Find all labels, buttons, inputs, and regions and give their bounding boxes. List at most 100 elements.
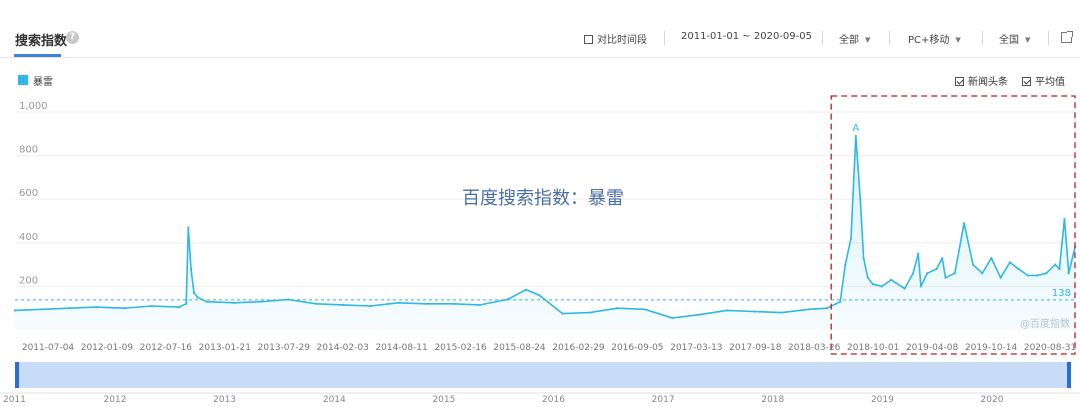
data-point[interactable]	[953, 272, 956, 275]
x-tick-label: 2015-08-24	[493, 343, 546, 353]
data-point[interactable]	[196, 296, 199, 299]
data-point[interactable]	[999, 276, 1002, 279]
data-point[interactable]	[424, 302, 427, 305]
data-point[interactable]	[698, 313, 701, 316]
data-point[interactable]	[616, 307, 619, 310]
data-point[interactable]	[342, 303, 345, 306]
data-point[interactable]	[919, 285, 923, 288]
data-point[interactable]	[538, 294, 541, 297]
data-point[interactable]	[807, 308, 810, 311]
data-point[interactable]	[233, 301, 236, 304]
x-tick-label: 2014-08-11	[375, 343, 427, 353]
data-point[interactable]	[1045, 272, 1048, 275]
data-point[interactable]	[963, 222, 966, 225]
data-point[interactable]	[95, 306, 98, 309]
data-point[interactable]	[903, 287, 906, 290]
x-tick-label: 2014-02-03	[317, 343, 369, 353]
overview-year-label: 2014	[323, 395, 346, 405]
data-point[interactable]	[849, 237, 853, 240]
data-point[interactable]	[912, 272, 915, 275]
data-point[interactable]	[123, 307, 126, 310]
x-tick-label: 2020-08-31	[1024, 343, 1076, 353]
data-point[interactable]	[935, 267, 938, 271]
range-slider-handle-left[interactable]	[15, 362, 19, 388]
data-point[interactable]	[205, 300, 208, 303]
data-point[interactable]	[369, 304, 372, 308]
data-point[interactable]	[926, 272, 929, 275]
data-point[interactable]	[588, 311, 591, 314]
data-point[interactable]	[315, 302, 318, 305]
search-index-chart[interactable]: 200 400 600 800 1,000 A 138 2011-07-04 2012-0…	[0, 0, 1080, 407]
range-slider-track[interactable]	[15, 362, 1071, 388]
data-point[interactable]	[524, 288, 528, 291]
data-point[interactable]	[866, 276, 869, 279]
data-point[interactable]	[844, 263, 847, 266]
data-point[interactable]	[990, 257, 993, 260]
credit-watermark: @百度指数	[1020, 317, 1070, 330]
x-tick-label: 2016-02-29	[552, 343, 605, 353]
data-point[interactable]	[187, 226, 190, 229]
x-tick-label: 2013-01-21	[199, 343, 251, 353]
data-point[interactable]	[260, 300, 263, 303]
average-value-label: 138	[1052, 288, 1071, 299]
data-point[interactable]	[1054, 263, 1057, 266]
data-point[interactable]	[917, 252, 920, 255]
x-tick-label: 2016-09-05	[611, 343, 663, 353]
overview-year-label: 2013	[213, 395, 236, 405]
data-point[interactable]	[643, 308, 646, 311]
data-point[interactable]	[40, 308, 44, 311]
overview-year-label: 2018	[761, 395, 784, 405]
data-point[interactable]	[185, 302, 188, 305]
data-point[interactable]	[981, 272, 984, 275]
data-point[interactable]	[825, 307, 829, 310]
data-point[interactable]	[561, 312, 564, 315]
x-tick-label: 2011-07-04	[22, 343, 75, 353]
data-point[interactable]	[150, 304, 153, 308]
data-point[interactable]	[13, 309, 17, 312]
overview-year-label: 2017	[652, 395, 675, 405]
data-point[interactable]	[189, 267, 193, 271]
data-point[interactable]	[452, 302, 455, 305]
data-point[interactable]	[859, 198, 862, 201]
data-point[interactable]	[862, 257, 865, 260]
data-point[interactable]	[854, 134, 857, 138]
x-tick-label: 2013-07-29	[258, 343, 311, 353]
x-tick-label: 2012-01-09	[81, 343, 134, 353]
data-point[interactable]	[890, 278, 893, 281]
data-point[interactable]	[1017, 267, 1020, 271]
data-point[interactable]	[192, 291, 196, 294]
series-area	[15, 136, 1075, 330]
y-tick-label: 1,000	[19, 101, 48, 112]
data-point[interactable]	[871, 283, 875, 286]
data-point[interactable]	[753, 310, 756, 313]
data-point[interactable]	[177, 306, 181, 309]
data-point[interactable]	[880, 285, 884, 288]
x-tick-label: 2018-10-01	[847, 343, 899, 353]
data-point[interactable]	[1026, 274, 1029, 277]
x-tick-label: 2019-04-08	[906, 343, 959, 353]
overview-year-label: 2015	[432, 395, 455, 405]
data-point[interactable]	[479, 303, 482, 306]
data-point[interactable]	[944, 276, 947, 279]
y-tick-label: 400	[19, 232, 38, 243]
data-point[interactable]	[780, 311, 783, 314]
data-point[interactable]	[941, 257, 944, 260]
data-point[interactable]	[839, 300, 842, 303]
y-tick-label: 800	[19, 145, 38, 156]
y-tick-label: 200	[19, 275, 38, 286]
range-slider-handle-right[interactable]	[1067, 362, 1071, 388]
x-tick-label: 2017-03-13	[670, 343, 722, 353]
data-point[interactable]	[671, 316, 674, 320]
data-point[interactable]	[396, 301, 399, 304]
data-point[interactable]	[1063, 217, 1066, 220]
data-point[interactable]	[1035, 274, 1038, 277]
data-point[interactable]	[1008, 261, 1012, 264]
data-point[interactable]	[725, 309, 728, 312]
peak-marker[interactable]: A	[852, 123, 859, 134]
data-point[interactable]	[68, 307, 71, 310]
data-point[interactable]	[971, 263, 975, 266]
data-point[interactable]	[1067, 272, 1070, 275]
data-point[interactable]	[1058, 267, 1061, 271]
data-point[interactable]	[834, 302, 838, 305]
overview-year-label: 2019	[871, 395, 894, 405]
